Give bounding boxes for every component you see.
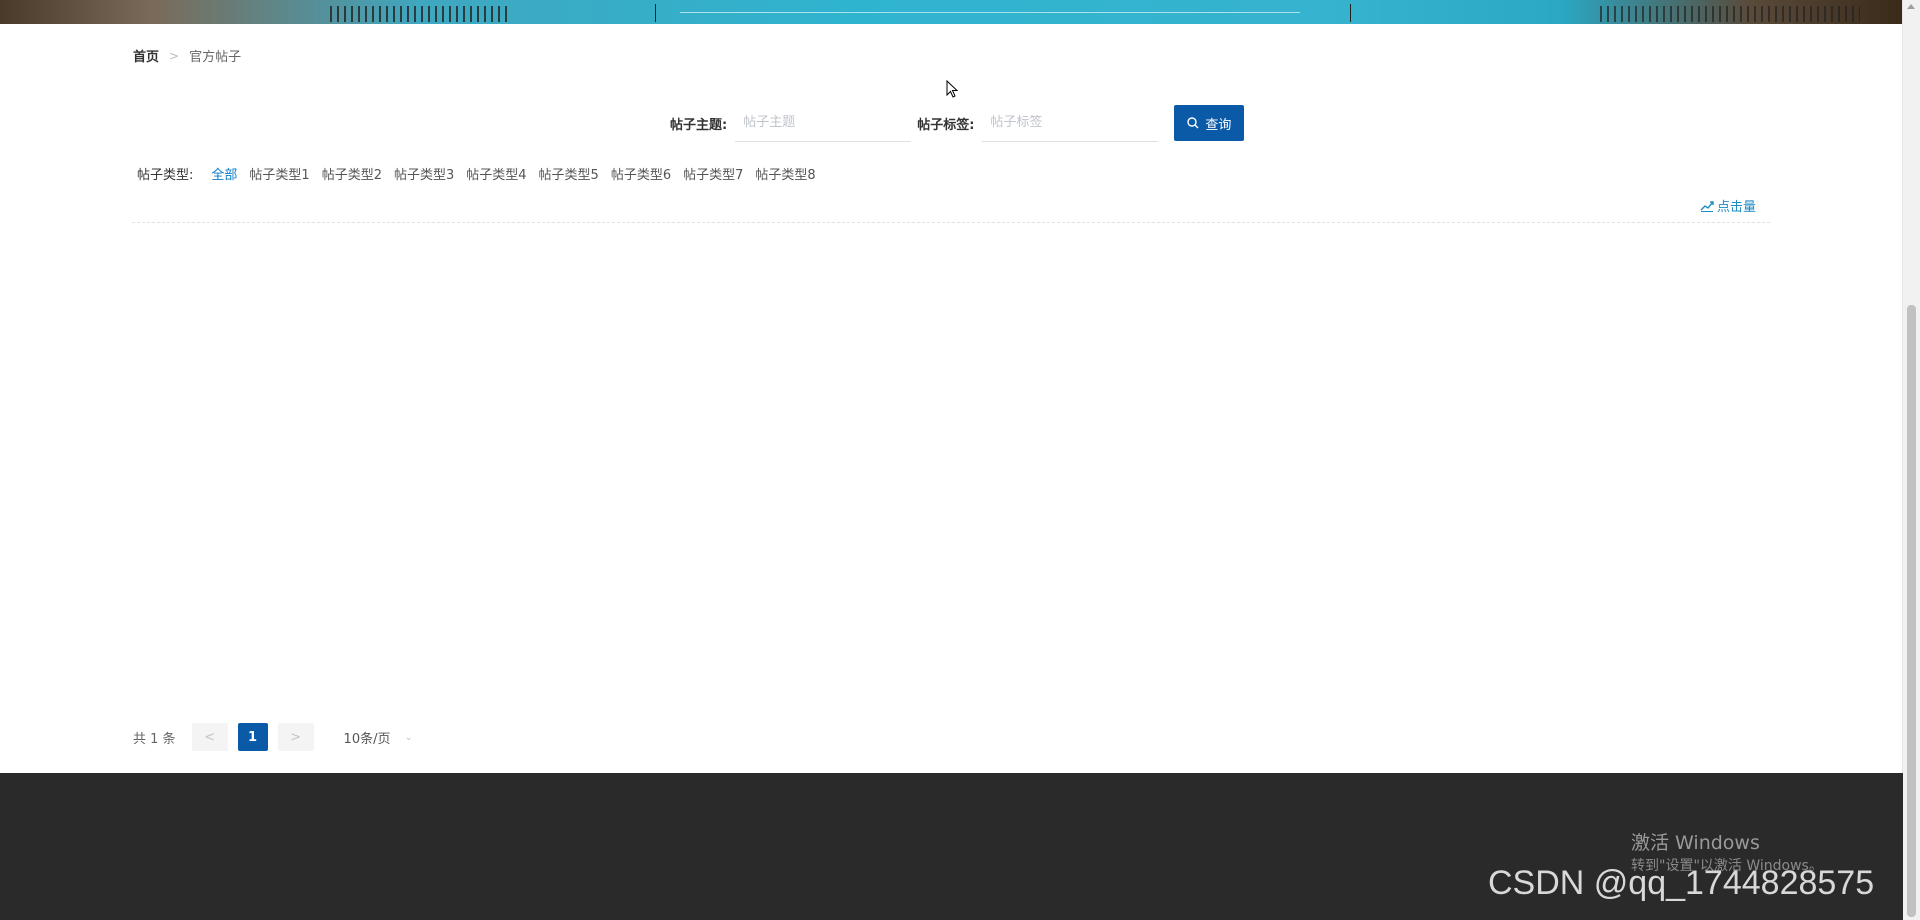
type-filter-item[interactable]: 帖子类型7 [683, 164, 743, 183]
type-filter-item[interactable]: 帖子类型3 [394, 164, 454, 183]
type-filter-item[interactable]: 帖子类型6 [611, 164, 671, 183]
query-button[interactable]: 查询 [1174, 105, 1245, 141]
type-filter-label: 帖子类型: [137, 168, 194, 183]
type-filter-item[interactable]: 帖子类型1 [249, 164, 309, 183]
query-button-label: 查询 [1205, 117, 1232, 133]
pagination: 共 1 条 < 1 > 10条/页 ⌄ [133, 722, 413, 752]
pagination-total: 共 1 条 [133, 731, 176, 747]
sort-label: 点击量 [1716, 200, 1756, 215]
banner-railing [1600, 6, 1860, 22]
banner-railing [330, 6, 510, 22]
chevron-down-icon: ⌄ [404, 731, 413, 743]
sort-by-clicks-link[interactable]: 点击量 [1700, 196, 1756, 215]
search-icon [1187, 117, 1199, 129]
trend-icon [1700, 200, 1714, 212]
type-filter: 帖子类型: 全部 帖子类型1 帖子类型2 帖子类型3 帖子类型4 帖子类型5 帖… [137, 164, 828, 183]
list-divider [132, 222, 1770, 223]
breadcrumb-home[interactable]: 首页 [133, 46, 159, 65]
breadcrumb-current: 官方帖子 [189, 50, 242, 65]
breadcrumb-separator: > [169, 48, 180, 63]
banner-post [655, 4, 656, 22]
banner-post [1350, 4, 1351, 22]
subject-label: 帖子主题: [670, 117, 728, 133]
page-scrollbar[interactable] [1902, 0, 1920, 920]
tag-input[interactable] [982, 104, 1159, 142]
mouse-cursor-icon [946, 80, 958, 98]
breadcrumb: 首页 > 官方帖子 [133, 46, 242, 66]
header-banner-image [0, 0, 1903, 24]
search-bar: 帖子主题: 帖子标签: 查询 [670, 104, 1245, 142]
page-size-value: 10条/页 [343, 731, 391, 747]
scrollbar-thumb[interactable] [1907, 305, 1916, 917]
type-filter-item[interactable]: 帖子类型4 [466, 164, 526, 183]
page-size-select[interactable]: 10条/页 ⌄ [344, 728, 413, 747]
subject-input[interactable] [735, 104, 912, 142]
type-filter-item[interactable]: 帖子类型5 [539, 164, 599, 183]
next-page-button[interactable]: > [277, 723, 314, 751]
windows-activation-title: 激活 Windows [1631, 832, 1760, 854]
type-filter-item[interactable]: 帖子类型8 [755, 164, 815, 183]
page-number-current[interactable]: 1 [237, 723, 268, 751]
banner-water-line [680, 12, 1300, 13]
csdn-watermark: CSDN @qq_1744828575 [1488, 864, 1875, 902]
prev-page-button[interactable]: < [191, 723, 228, 751]
type-filter-item[interactable]: 帖子类型2 [322, 164, 382, 183]
scroll-up-icon[interactable] [1907, 4, 1915, 9]
tag-label: 帖子标签: [917, 117, 975, 133]
type-filter-item[interactable]: 全部 [211, 164, 237, 183]
